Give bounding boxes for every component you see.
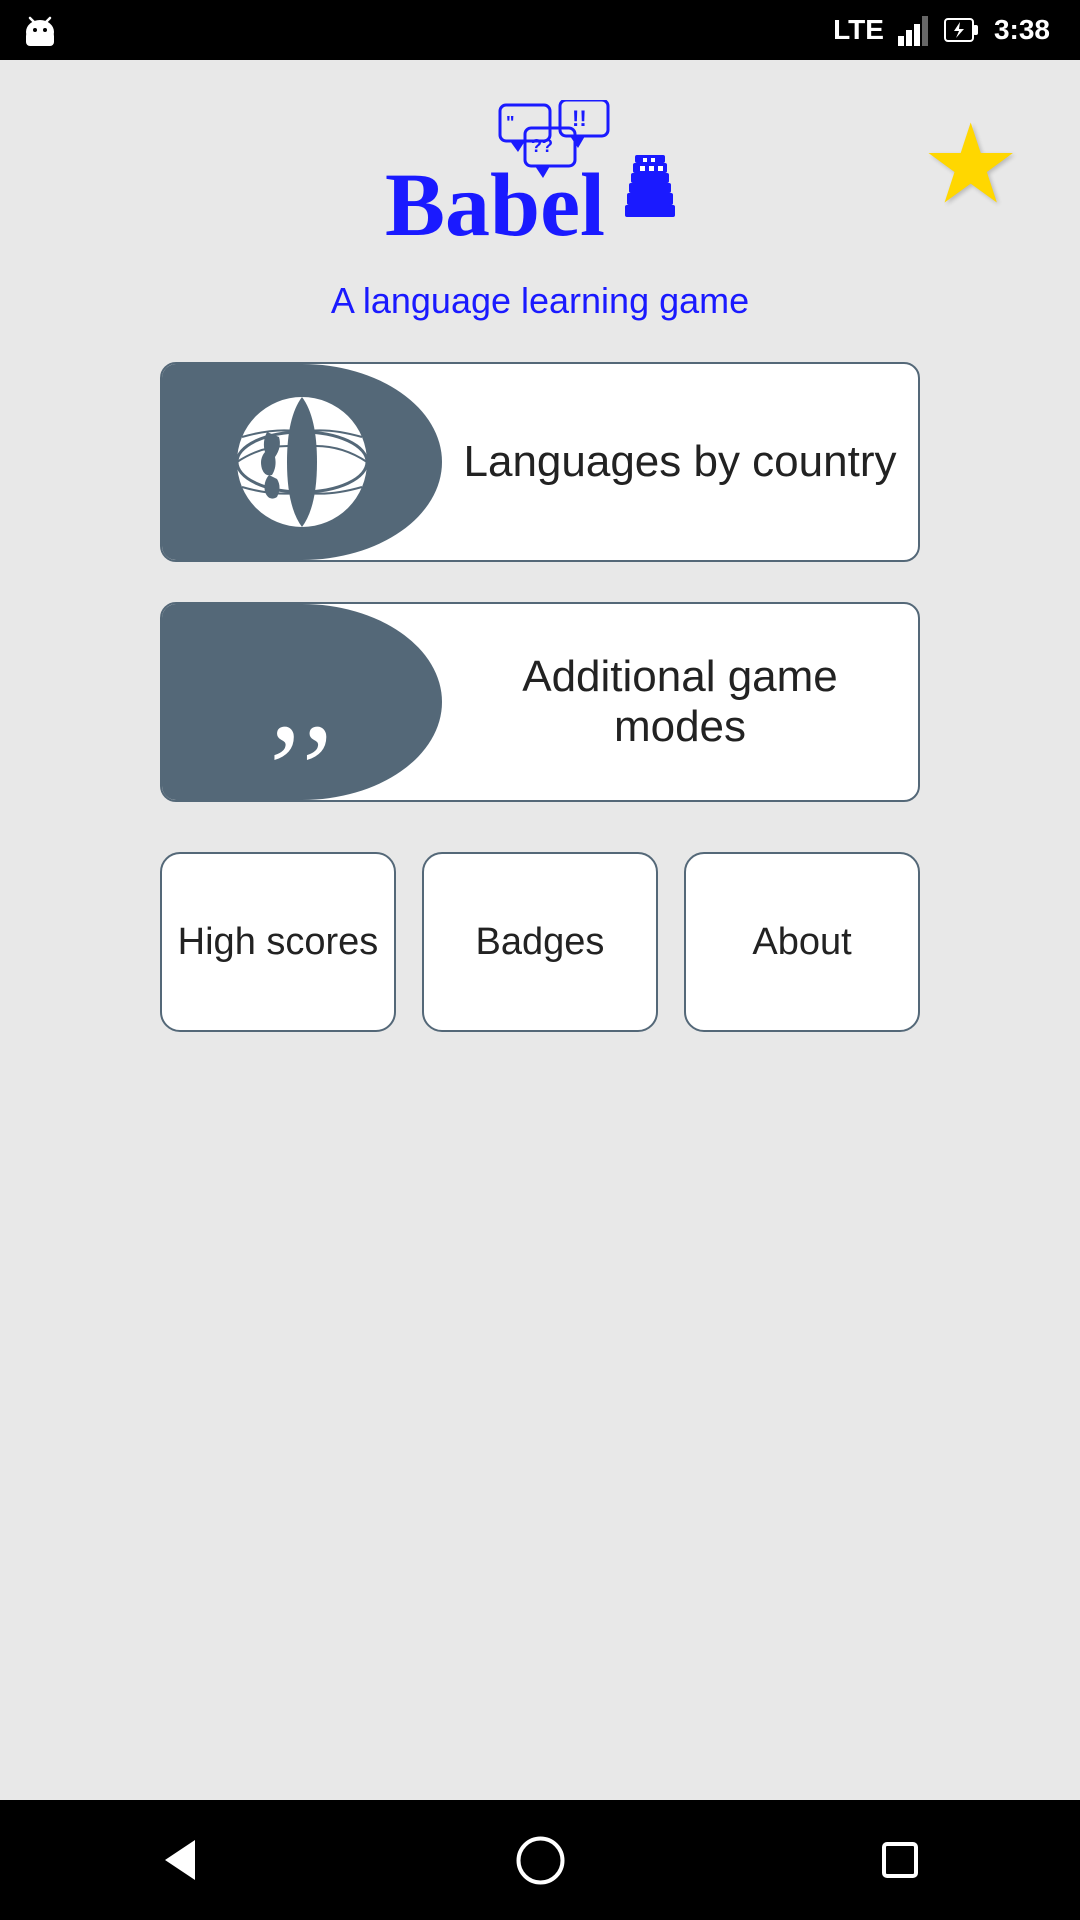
additional-game-modes-label: Additional game modes (442, 604, 918, 800)
home-icon (513, 1833, 568, 1888)
app-logo: " !! ?? Babel (380, 100, 700, 260)
favorites-star-icon[interactable]: ★ (921, 110, 1020, 220)
nav-back-button[interactable] (150, 1830, 210, 1890)
lte-indicator: LTE (833, 14, 884, 46)
app-subtitle: A language learning game (331, 280, 749, 322)
languages-by-country-label: Languages by country (442, 364, 918, 560)
high-scores-button[interactable]: High scores (160, 852, 396, 1032)
android-icon (20, 10, 60, 55)
status-bar: LTE 3:38 (0, 0, 1080, 60)
additional-game-modes-button[interactable]: ,, Additional game modes (160, 602, 920, 802)
languages-by-country-button[interactable]: Languages by country (160, 362, 920, 562)
battery-icon (944, 14, 980, 46)
nav-home-button[interactable] (510, 1830, 570, 1890)
svg-text:Babel: Babel (385, 156, 605, 255)
globe-icon (227, 387, 377, 537)
svg-text:!!: !! (572, 106, 587, 131)
quote-icon-container: ,, (162, 604, 442, 800)
status-icons: LTE 3:38 (833, 14, 1050, 46)
bottom-buttons-row: High scores Badges About (160, 852, 920, 1032)
clock: 3:38 (994, 14, 1050, 46)
nav-bar (0, 1800, 1080, 1920)
logo-container: " !! ?? Babel (380, 100, 700, 260)
header-area: " !! ?? Babel (30, 100, 1050, 260)
badges-button[interactable]: Badges (422, 852, 658, 1032)
svg-text:??: ?? (531, 136, 553, 156)
quote-marks-icon: ,, (270, 645, 335, 759)
back-icon (155, 1835, 205, 1885)
svg-text:": " (506, 113, 515, 133)
nav-recents-button[interactable] (870, 1830, 930, 1890)
globe-icon-container (162, 364, 442, 560)
signal-icon (898, 14, 930, 46)
about-button[interactable]: About (684, 852, 920, 1032)
main-content: " !! ?? Babel (0, 60, 1080, 1800)
recents-icon (876, 1836, 924, 1884)
